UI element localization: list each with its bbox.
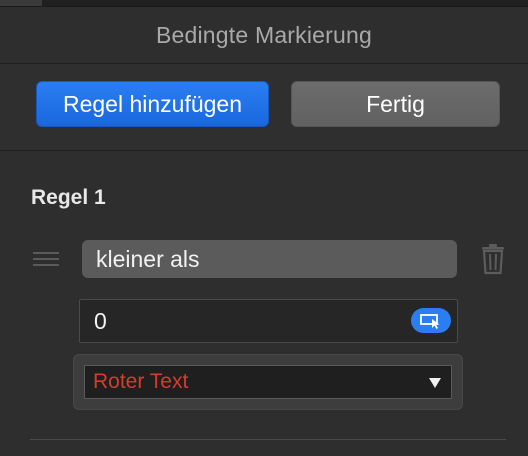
divider (30, 439, 506, 440)
style-select-value: Roter Text (93, 370, 189, 393)
value-field[interactable]: 0 (79, 299, 458, 343)
title-bar: Bedingte Markierung (0, 7, 528, 64)
done-button[interactable]: Fertig (291, 81, 500, 127)
style-select[interactable]: Roter Text (84, 365, 452, 399)
button-row: Regel hinzufügen Fertig (0, 64, 528, 151)
cell-reference-button[interactable] (411, 308, 451, 333)
top-edge-left (0, 0, 42, 6)
drag-handle-icon[interactable] (33, 252, 59, 266)
conditional-highlighting-panel: Bedingte Markierung Regel hinzufügen Fer… (0, 0, 528, 456)
cell-reference-icon (420, 313, 440, 329)
condition-select[interactable]: kleiner als (82, 240, 457, 278)
chevron-down-icon (429, 378, 441, 388)
rule-heading: Regel 1 (31, 186, 106, 209)
trash-icon[interactable] (479, 243, 507, 275)
panel-title: Bedingte Markierung (155, 21, 373, 48)
add-rule-button[interactable]: Regel hinzufügen (36, 81, 269, 127)
top-edge (0, 0, 528, 7)
